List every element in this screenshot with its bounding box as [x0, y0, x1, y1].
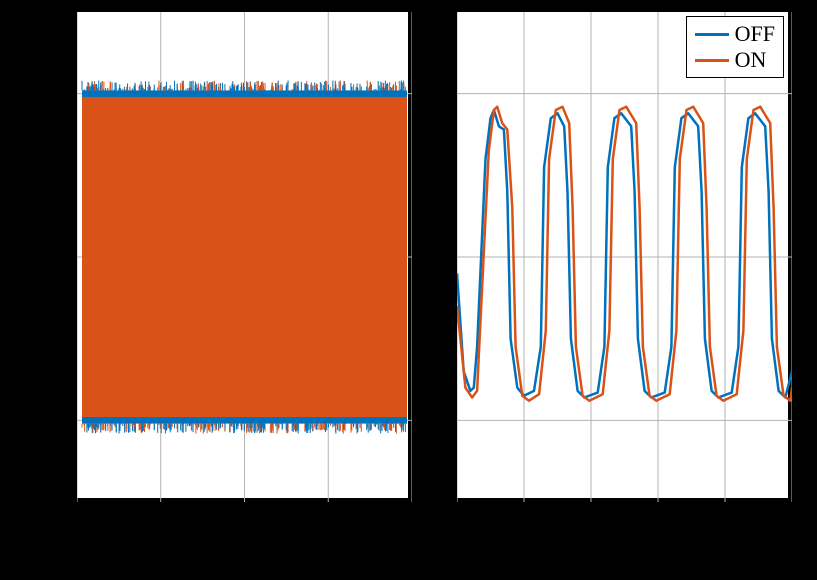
legend-label-off: OFF	[735, 21, 775, 47]
legend-label-on: ON	[735, 47, 767, 73]
left-series-on	[82, 97, 407, 417]
left-xlabel: Samples	[75, 540, 410, 567]
right-series-on	[457, 107, 792, 401]
left-plot-svg	[77, 12, 412, 502]
legend: OFF ON	[686, 16, 784, 78]
right-xtick-800: 800	[703, 505, 743, 528]
left-xtick-1: 1	[228, 505, 258, 528]
left-xtick-0: 0	[60, 505, 90, 528]
right-plot-area: OFF ON	[455, 10, 790, 500]
left-xtick-2: 2	[395, 505, 425, 528]
ytick-label-neg1: -1	[40, 400, 70, 423]
left-ylabel: Output Signal	[32, 174, 59, 334]
figure-root: OFF ON -1 0 1 0 1 2 ×10⁵ 0 200 400 600 8…	[0, 0, 817, 580]
left-data-layer	[82, 80, 407, 433]
left-plot-area	[75, 10, 410, 500]
legend-swatch-off	[695, 33, 729, 36]
right-plot-svg	[457, 12, 792, 502]
right-xtick-1000: 1000	[765, 505, 815, 528]
right-xtick-600: 600	[636, 505, 676, 528]
legend-entry-off: OFF	[695, 21, 775, 47]
ytick-label-1: 1	[40, 73, 70, 96]
right-xlabel: Samples	[455, 540, 790, 567]
right-grid	[457, 12, 792, 502]
right-data-layer	[457, 107, 792, 401]
right-xtick-200: 200	[502, 505, 542, 528]
right-xtick-0: 0	[440, 505, 470, 528]
legend-entry-on: ON	[695, 47, 775, 73]
right-xtick-400: 400	[569, 505, 609, 528]
legend-swatch-on	[695, 59, 729, 62]
